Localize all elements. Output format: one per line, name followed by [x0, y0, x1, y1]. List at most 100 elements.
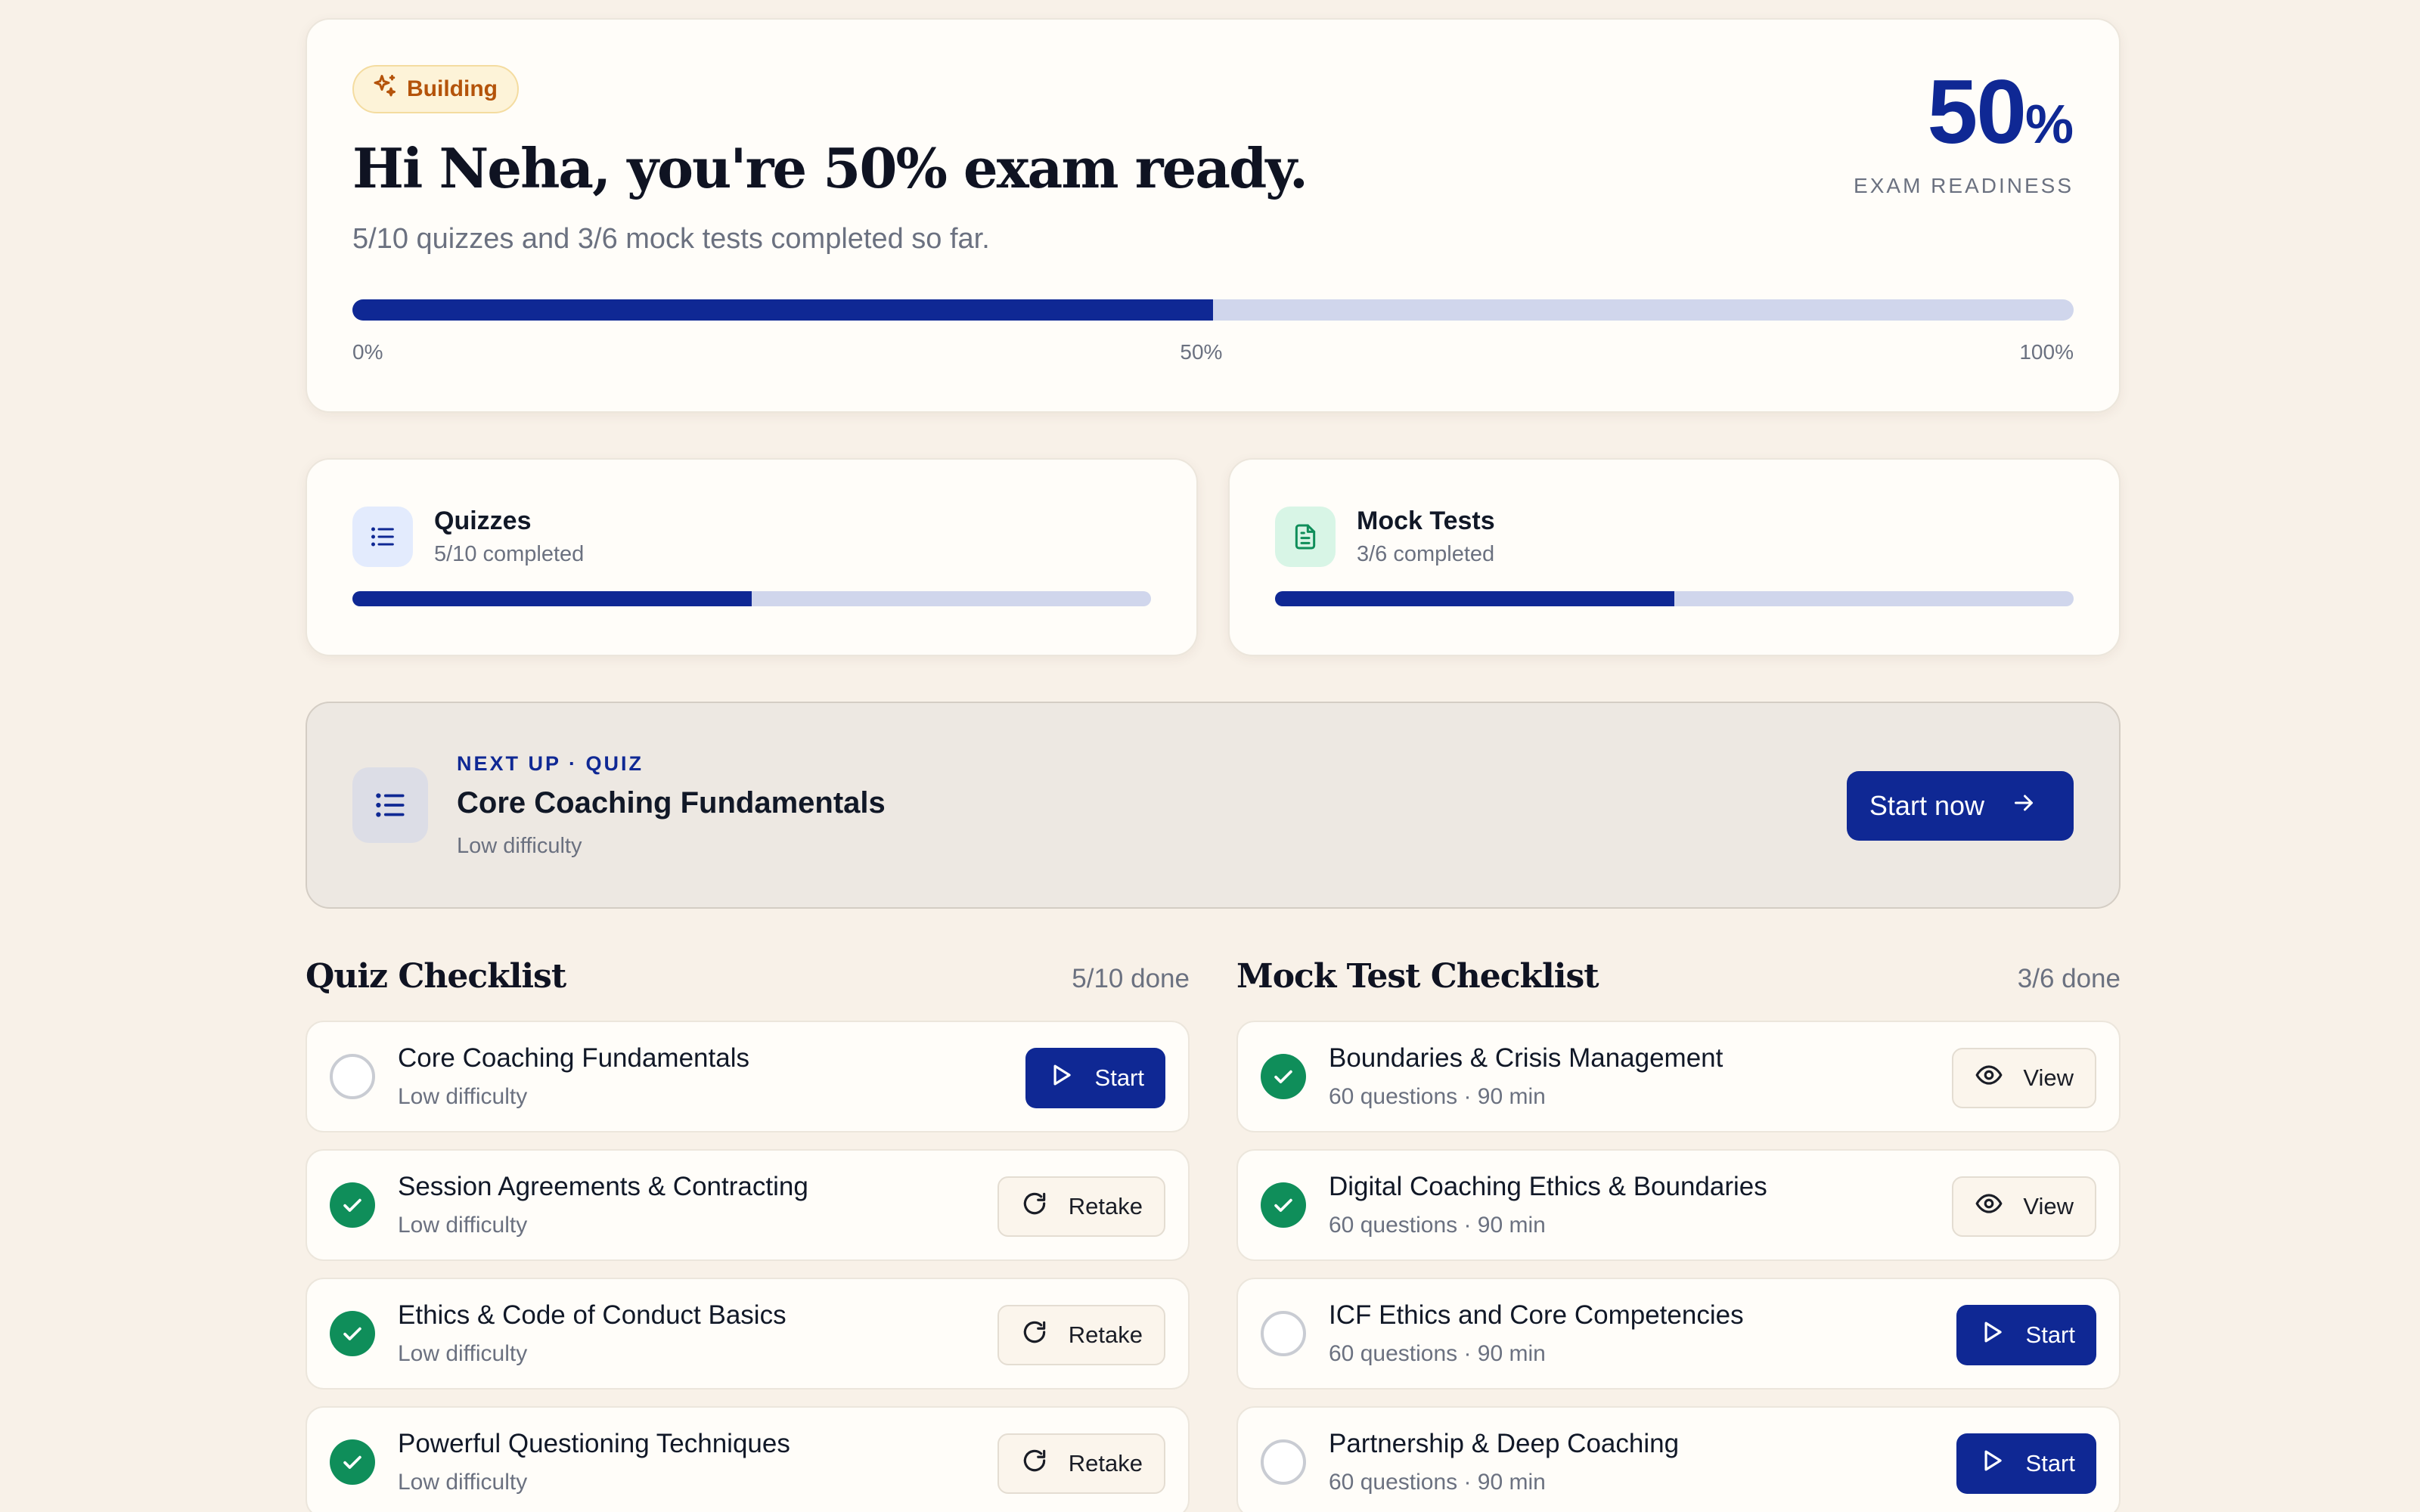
status-badge-label: Building	[407, 76, 498, 101]
readiness-label: EXAM READINESS	[1854, 174, 2074, 197]
refresh-icon	[1020, 1189, 1049, 1224]
quizzes-progress-bar	[352, 591, 1151, 606]
list-item: Boundaries & Crisis Management 60 questio…	[1236, 1021, 2121, 1132]
list-item-title: Ethics & Code of Conduct Basics	[398, 1300, 786, 1330]
mock-test-list: Boundaries & Crisis Management 60 questio…	[1236, 1021, 2121, 1512]
list-item-text: Boundaries & Crisis Management 60 questio…	[1329, 1043, 1723, 1110]
list-item-subtitle: 60 questions · 90 min	[1329, 1084, 1546, 1109]
readiness-progress-bar	[352, 299, 2074, 321]
document-icon	[1275, 507, 1336, 567]
action-label: View	[2023, 1064, 2074, 1091]
mock-checklist-count: 3/6 done	[2017, 964, 2121, 993]
list-item-subtitle: 60 questions · 90 min	[1329, 1213, 1546, 1238]
quizzes-count: 5/10 completed	[434, 542, 585, 566]
mock-checklist-title: Mock Test Checklist	[1236, 957, 1599, 996]
list-item-title: Digital Coaching Ethics & Boundaries	[1329, 1172, 1767, 1201]
mock-test-checklist: Mock Test Checklist 3/6 done Boundaries …	[1236, 957, 2121, 1512]
list-item-text: Digital Coaching Ethics & Boundaries 60 q…	[1329, 1172, 1767, 1238]
list-item: Powerful Questioning Techniques Low diffi…	[306, 1406, 1190, 1512]
quiz-list: Core Coaching Fundamentals Low difficulty…	[306, 1021, 1190, 1512]
refresh-icon	[1020, 1446, 1049, 1481]
completed-check-icon	[1261, 1054, 1306, 1099]
readiness-card: Building Hi Neha, you're 50% exam ready.…	[306, 18, 2121, 413]
retake-button[interactable]: Retake	[997, 1433, 1165, 1494]
list-item-title: Boundaries & Crisis Management	[1329, 1043, 1723, 1073]
completed-check-icon	[330, 1311, 375, 1356]
scale-min: 0%	[352, 340, 383, 364]
list-item-text: Core Coaching Fundamentals Low difficulty	[398, 1043, 749, 1110]
checklists: Quiz Checklist 5/10 done Core Coaching F…	[306, 957, 2121, 1512]
list-item-text: Powerful Questioning Techniques Low diffi…	[398, 1429, 790, 1495]
list-item: ICF Ethics and Core Competencies 60 quest…	[1236, 1278, 2121, 1390]
play-icon	[1978, 1318, 2006, 1352]
list-icon	[352, 767, 428, 843]
quizzes-title: Quizzes	[434, 507, 532, 535]
next-up-title: Core Coaching Fundamentals	[457, 785, 886, 820]
list-item: Partnership & Deep Coaching 60 questions …	[1236, 1406, 2121, 1512]
dashboard: Building Hi Neha, you're 50% exam ready.…	[306, 18, 2121, 1512]
action-label: Start	[2025, 1321, 2075, 1348]
scale-mid: 50%	[1180, 340, 1223, 364]
action-label: Retake	[1068, 1193, 1143, 1219]
page-title: Hi Neha, you're 50% exam ready.	[352, 136, 1308, 200]
start-button[interactable]: Start	[1025, 1048, 1165, 1108]
incomplete-circle-icon	[1261, 1439, 1306, 1485]
start-button[interactable]: Start	[1956, 1305, 2096, 1365]
quizzes-progress-fill	[352, 591, 752, 606]
view-button[interactable]: View	[1952, 1048, 2096, 1108]
view-button[interactable]: View	[1952, 1176, 2096, 1237]
list-item-subtitle: Low difficulty	[398, 1341, 528, 1366]
arrow-right-icon	[2010, 789, 2037, 823]
list-item-title: ICF Ethics and Core Competencies	[1329, 1300, 1744, 1330]
list-item-subtitle: 60 questions · 90 min	[1329, 1470, 1546, 1495]
mock-tests-progress-bar	[1275, 591, 2074, 606]
status-badge: Building	[352, 65, 519, 113]
readiness-unit: %	[2024, 94, 2074, 155]
mock-tests-count: 3/6 completed	[1357, 542, 1495, 566]
list-item-title: Partnership & Deep Coaching	[1329, 1429, 1680, 1458]
action-label: Start	[1094, 1064, 1144, 1091]
list-item-text: Ethics & Code of Conduct Basics Low diffi…	[398, 1300, 786, 1367]
mock-tests-title: Mock Tests	[1357, 507, 1495, 535]
list-item-text: ICF Ethics and Core Competencies 60 quest…	[1329, 1300, 1744, 1367]
scale-max: 100%	[2019, 340, 2074, 364]
list-item-title: Session Agreements & Contracting	[398, 1172, 808, 1201]
list-item-title: Core Coaching Fundamentals	[398, 1043, 749, 1073]
readiness-value: 50	[1927, 61, 2026, 163]
eye-icon	[1975, 1061, 2003, 1095]
sparkle-icon	[371, 73, 398, 106]
readiness-progress-fill	[352, 299, 1213, 321]
progress-scale: 0% 50% 100%	[352, 340, 2074, 364]
start-button[interactable]: Start	[1956, 1433, 2096, 1494]
list-item: Core Coaching Fundamentals Low difficulty…	[306, 1021, 1190, 1132]
list-item-subtitle: Low difficulty	[398, 1470, 528, 1495]
refresh-icon	[1020, 1318, 1049, 1352]
action-label: Start	[2025, 1450, 2075, 1476]
action-label: Retake	[1068, 1321, 1143, 1348]
completed-check-icon	[330, 1439, 375, 1485]
action-label: Retake	[1068, 1450, 1143, 1476]
page-subtitle: 5/10 quizzes and 3/6 mock tests complete…	[352, 223, 990, 255]
incomplete-circle-icon	[1261, 1311, 1306, 1356]
list-item-subtitle: Low difficulty	[398, 1213, 528, 1238]
incomplete-circle-icon	[330, 1054, 375, 1099]
mock-tests-progress-fill	[1275, 591, 1674, 606]
list-item: Ethics & Code of Conduct Basics Low diffi…	[306, 1278, 1190, 1390]
quiz-checklist-title: Quiz Checklist	[306, 957, 566, 996]
list-item-subtitle: 60 questions · 90 min	[1329, 1341, 1546, 1366]
retake-button[interactable]: Retake	[997, 1176, 1165, 1237]
next-up-difficulty: Low difficulty	[457, 833, 582, 858]
quiz-checklist-count: 5/10 done	[1072, 964, 1190, 993]
next-up-kicker: NEXT UP · QUIZ	[457, 751, 644, 775]
retake-button[interactable]: Retake	[997, 1305, 1165, 1365]
completed-check-icon	[1261, 1182, 1306, 1228]
play-icon	[1047, 1061, 1075, 1095]
list-item-text: Partnership & Deep Coaching 60 questions …	[1329, 1429, 1679, 1495]
quiz-checklist: Quiz Checklist 5/10 done Core Coaching F…	[306, 957, 1190, 1512]
play-icon	[1978, 1446, 2006, 1481]
action-label: View	[2023, 1193, 2074, 1219]
list-item-text: Session Agreements & Contracting Low diff…	[398, 1172, 808, 1238]
start-now-button[interactable]: Start now	[1846, 771, 2074, 841]
list-icon	[352, 507, 413, 567]
list-item: Session Agreements & Contracting Low diff…	[306, 1149, 1190, 1261]
